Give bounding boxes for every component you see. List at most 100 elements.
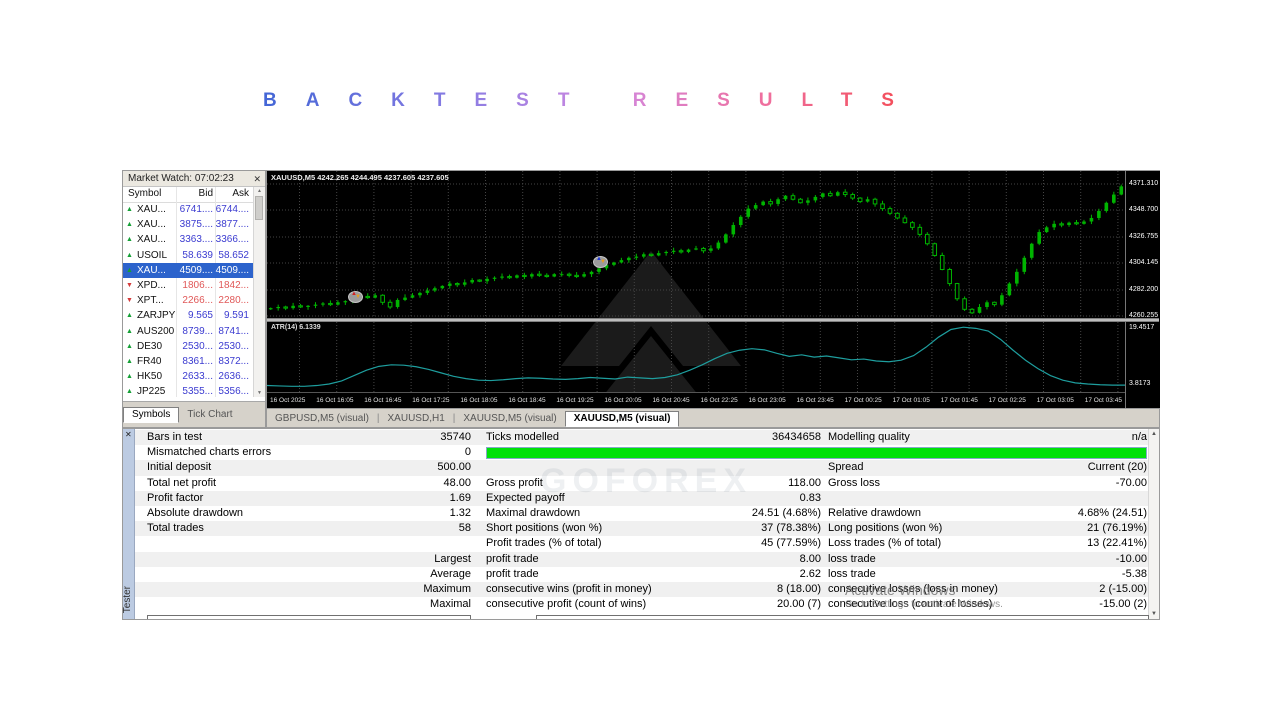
scroll-up-icon[interactable]: ▲ bbox=[1149, 431, 1159, 437]
market-watch-row[interactable]: ▼ XPD... 1806... 1842... bbox=[123, 278, 253, 293]
report-table: Bars in test 35740 Ticks modelled 36434658 M… bbox=[135, 430, 1149, 612]
time-tick: 16 Oct 20:05 bbox=[604, 397, 642, 404]
stat-label: Absolute drawdown bbox=[147, 506, 244, 519]
bid-value: 3363.... bbox=[179, 234, 213, 246]
stat-label: Bars in test bbox=[147, 431, 203, 443]
candlestick-chart[interactable] bbox=[267, 171, 1125, 318]
trade-marker-sell: ▲ ▼ bbox=[348, 291, 363, 303]
market-watch-panel: Market Watch: 07:02:23 ✕ Symbol Bid Ask … bbox=[122, 170, 266, 428]
ask-value: 9.591 bbox=[223, 310, 249, 322]
stat-label: profit trade bbox=[486, 567, 539, 580]
market-watch-row[interactable]: ▲ AUS200 8739... 8741... bbox=[123, 324, 253, 339]
stat-value: 45 (77.59%) bbox=[761, 537, 821, 550]
ask-value: 4509.... bbox=[215, 264, 249, 276]
market-watch-row[interactable]: ▲ FR40 8361... 8372... bbox=[123, 354, 253, 369]
tester-side-strip: ✕ Tester bbox=[123, 429, 135, 619]
column-symbol[interactable]: Symbol bbox=[128, 188, 161, 199]
market-watch-row[interactable]: ▲ USOIL 58.639 58.652 bbox=[123, 248, 253, 263]
time-tick: 16 Oct 20:45 bbox=[652, 397, 690, 404]
up-arrow-icon: ▲ bbox=[126, 342, 133, 350]
table-row: Maximum consecutive wins (profit in money… bbox=[135, 581, 1149, 598]
report-scrollbar[interactable]: ▲ ▼ bbox=[1148, 429, 1159, 619]
close-icon[interactable]: ✕ bbox=[253, 171, 261, 187]
up-arrow-icon: ▲ bbox=[126, 388, 133, 396]
market-watch-title: Market Watch: 07:02:23 bbox=[128, 173, 234, 184]
market-watch-row[interactable]: ▲ DE30 2530... 2530... bbox=[123, 339, 253, 354]
stat-label: Spread bbox=[828, 461, 864, 474]
table-row: Initial deposit 500.00 Spread Current (20) bbox=[135, 460, 1149, 476]
column-bid[interactable]: Bid bbox=[177, 188, 213, 199]
table-row: Total trades 58 Short positions (won %) 37 … bbox=[135, 521, 1149, 537]
symbol-name: ZARJPY bbox=[137, 310, 176, 322]
chart-tab-0[interactable]: GBPUSD,M5 (visual) bbox=[267, 412, 377, 426]
bid-value: 6741.... bbox=[179, 204, 213, 215]
stat-value: -70.00 bbox=[1115, 476, 1147, 489]
stat-value: -15.00 (2) bbox=[1099, 598, 1147, 611]
tester-tab-label[interactable]: Tester bbox=[123, 586, 133, 613]
ask-value: 8372... bbox=[218, 355, 249, 367]
market-watch-row[interactable]: ▲ ZARJPY 9.565 9.591 bbox=[123, 308, 253, 323]
up-arrow-icon: ▲ bbox=[126, 221, 133, 229]
column-ask[interactable]: Ask bbox=[215, 188, 249, 199]
stat-value: Average bbox=[430, 567, 471, 580]
chart-tab-1[interactable]: XAUUSD,H1 bbox=[380, 412, 453, 426]
time-tick: 16 Oct 17:25 bbox=[412, 397, 450, 404]
atr-indicator-chart[interactable] bbox=[267, 322, 1125, 392]
close-icon[interactable]: ✕ bbox=[125, 430, 132, 439]
market-watch-row[interactable]: ▲ JP225 5355... 5356... bbox=[123, 384, 253, 399]
market-watch-tab-1[interactable]: Tick Chart bbox=[179, 408, 240, 422]
symbol-name: XPD... bbox=[137, 279, 166, 291]
table-row: Total net profit 48.00 Gross profit 118.00 G… bbox=[135, 476, 1149, 491]
stat-label: Profit factor bbox=[147, 491, 204, 504]
market-watch-row[interactable]: ▲ HK50 2633... 2636... bbox=[123, 369, 253, 384]
scrollbar-thumb[interactable] bbox=[255, 196, 263, 220]
atr-tick: 19.4517 bbox=[1129, 324, 1155, 331]
tester-report-panel: ✕ Tester Bars in test 35740 Ticks modelled… bbox=[122, 428, 1160, 620]
symbol-name: XAU... bbox=[137, 204, 166, 215]
stat-value: 500.00 bbox=[437, 461, 471, 474]
market-watch-scrollbar[interactable]: ▲ ▼ bbox=[253, 187, 265, 397]
stat-value: 1.69 bbox=[449, 491, 471, 504]
symbol-name: HK50 bbox=[137, 371, 163, 383]
table-row: Mismatched charts errors 0 bbox=[135, 445, 1149, 460]
market-watch-tab-0[interactable]: Symbols bbox=[123, 407, 180, 423]
chart-tab-2[interactable]: XAUUSD,M5 (visual) bbox=[455, 412, 564, 426]
stat-value: 20.00 (7) bbox=[776, 598, 821, 611]
atr-tick: 3.8173 bbox=[1129, 380, 1151, 387]
trade-marker-buy: ▲ ▼ bbox=[593, 256, 608, 268]
time-tick: 17 Oct 01:45 bbox=[940, 397, 978, 404]
market-watch-row[interactable]: ▲ XAU... 4509.... 4509.... bbox=[123, 262, 253, 278]
time-tick: 17 Oct 03:45 bbox=[1084, 397, 1122, 404]
up-arrow-icon: ▲ bbox=[126, 251, 133, 259]
market-watch-row[interactable]: ▼ XPT... 2266... 2280... bbox=[123, 293, 253, 308]
scroll-up-icon[interactable]: ▲ bbox=[255, 188, 264, 194]
up-arrow-icon: ▲ bbox=[126, 357, 133, 365]
chart-tab-3[interactable]: XAUUSD,M5 (visual) bbox=[564, 411, 680, 427]
symbol-name: XPT... bbox=[137, 295, 164, 307]
time-tick: 16 Oct 19:25 bbox=[556, 397, 594, 404]
time-tick: 16 Oct 16:05 bbox=[316, 397, 354, 404]
symbol-name: XAU... bbox=[137, 264, 166, 276]
up-arrow-icon: ▲ bbox=[126, 206, 133, 213]
market-watch-row[interactable]: ▲ XAU... 3875.... 3877.... bbox=[123, 217, 253, 232]
symbol-name: JP225 bbox=[137, 386, 166, 398]
price-tick: 4304.145 bbox=[1129, 259, 1159, 266]
up-arrow-icon: ▲ bbox=[126, 236, 133, 244]
table-row: Profit trades (% of total) 45 (77.59%) Los… bbox=[135, 536, 1149, 551]
ask-value: 8741... bbox=[218, 325, 249, 337]
ask-value: 2636... bbox=[218, 371, 249, 383]
market-watch-row[interactable]: ▲ XAU... 6741.... 6744.... bbox=[123, 202, 253, 217]
market-watch-row[interactable]: ▲ XAU... 3363.... 3366.... bbox=[123, 232, 253, 247]
stat-value: 1.32 bbox=[449, 506, 471, 519]
scroll-down-icon[interactable]: ▼ bbox=[255, 390, 264, 396]
price-tick: 4282.200 bbox=[1129, 286, 1159, 293]
chart-window[interactable]: XAUUSD,M5 4242.265 4244.495 4237.605 423… bbox=[266, 170, 1160, 409]
stat-value: 4.68% (24.51) bbox=[1077, 506, 1147, 519]
modelling-quality-bar bbox=[486, 446, 1147, 459]
stat-label: profit trade bbox=[486, 552, 539, 565]
scroll-down-icon[interactable]: ▼ bbox=[1149, 611, 1159, 617]
indicator-splitter[interactable] bbox=[267, 318, 1159, 322]
stat-label: loss trade bbox=[828, 567, 876, 580]
symbol-name: USOIL bbox=[137, 249, 168, 261]
table-row: Bars in test 35740 Ticks modelled 36434658 M… bbox=[135, 430, 1149, 446]
